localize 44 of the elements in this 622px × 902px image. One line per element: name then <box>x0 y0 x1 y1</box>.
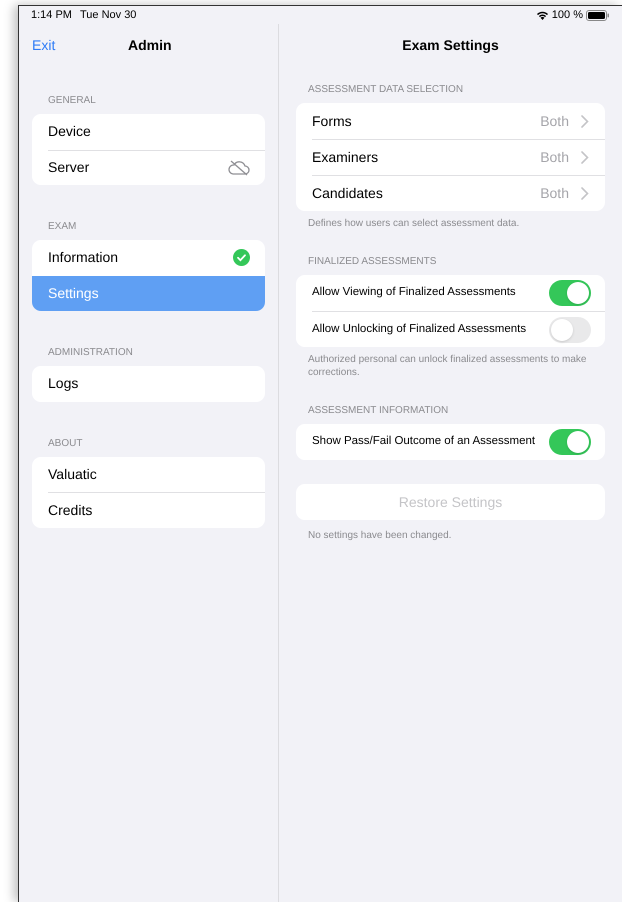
section-footer: Defines how users can select assessment data. <box>296 217 605 230</box>
section-footer: Authorized personal can unlock finalized assessments to make corrections. <box>296 353 605 379</box>
section-header: ABOUT <box>47 436 84 450</box>
exit-link[interactable]: Exit <box>32 34 56 56</box>
chevron-icon <box>581 114 589 128</box>
section-header: ADMINISTRATION <box>47 346 134 360</box>
battery-percentage: 100 % <box>552 8 583 23</box>
wifi-icon <box>536 10 549 20</box>
section-header: ASSESSMENT DATA SELECTION <box>307 83 464 97</box>
cloud-off-icon <box>228 160 250 176</box>
chevron-icon <box>581 187 589 200</box>
picker-row[interactable]: Examiners Both <box>312 139 605 175</box>
sidebar-item[interactable]: Server <box>48 150 265 185</box>
sidebar-title: Admin <box>128 36 172 54</box>
status-time: 1:14 PM <box>31 8 72 23</box>
chevron-icon <box>581 151 589 164</box>
battery-icon <box>586 10 610 20</box>
check-circle-icon <box>233 249 250 266</box>
row-label: Candidates <box>312 184 383 203</box>
toggle-switch[interactable] <box>549 280 591 306</box>
sidebar-item[interactable]: Logs <box>32 366 265 402</box>
picker-row[interactable]: Candidates Both <box>312 175 605 211</box>
status-date: Tue Nov 30 <box>80 8 136 23</box>
toggle-switch[interactable] <box>549 316 591 342</box>
row-label: Forms <box>312 112 352 130</box>
section-header: ASSESSMENT INFORMATION <box>307 404 450 418</box>
row-label: Allow Viewing of Finalized Assessments <box>312 285 516 300</box>
section-header: FINALIZED ASSESSMENTS <box>307 255 438 269</box>
page-title: Exam Settings <box>402 36 499 55</box>
section-header: EXAM <box>47 220 78 234</box>
row-value: Both <box>540 112 569 130</box>
section-header: GENERAL <box>47 94 97 108</box>
toggle-switch[interactable] <box>549 429 591 455</box>
sidebar-item[interactable]: Device <box>32 114 265 150</box>
sidebar-item[interactable]: Valuatic <box>32 456 265 492</box>
section-footer: No settings have been changed. <box>296 528 605 543</box>
row-label: Show Pass/Fail Outcome of an Assessment <box>312 434 536 450</box>
row-value: Both <box>540 148 569 167</box>
picker-row[interactable]: Forms Both <box>296 103 605 139</box>
row-label: Examiners <box>312 148 378 167</box>
row-label: Allow Unlocking of Finalized Assessments <box>312 322 526 337</box>
sidebar-item[interactable]: Credits <box>48 492 265 528</box>
sidebar-item[interactable]: Information <box>32 240 265 276</box>
row-value: Both <box>540 184 569 203</box>
